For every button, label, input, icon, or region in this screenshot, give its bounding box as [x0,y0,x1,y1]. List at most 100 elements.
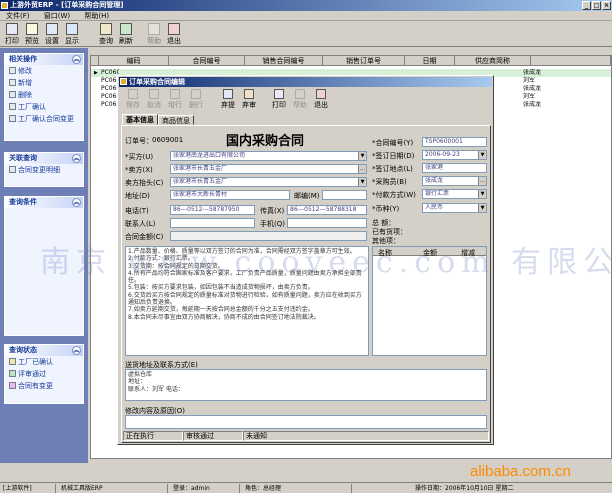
delivery-textarea[interactable]: 虚拟仓库 地址： 联系人：刘军 电话： [125,369,487,401]
contract-no-field[interactable]: TSP0600001 [422,137,487,147]
sidebar-item-new[interactable]: 新增 [5,77,83,89]
add-row-icon [170,89,180,99]
status-review-passed[interactable]: 评审通过 [5,368,83,380]
phone-field[interactable]: 86---0512---58787950 [170,205,255,215]
column-header[interactable]: 销售合同编号 [245,56,323,66]
display-button[interactable]: 显示 [62,23,82,46]
chevron-up-icon[interactable]: ︽ [72,154,81,163]
exit-button[interactable]: 退出 [311,89,331,110]
grid-cell-code[interactable]: PC060 [99,93,119,101]
contract-no-label: *合同编号(Y) [372,139,414,147]
help-icon [148,23,160,35]
menu-window[interactable]: 窗口(W) [38,11,76,21]
close-icon[interactable]: × [602,1,611,10]
status-login: 登录：admin [170,484,240,493]
status-swatch-icon [9,382,16,389]
buyer-staff-label: *采购员(B) [372,178,407,186]
panel-header[interactable]: 查询条件 ︽ [5,197,83,208]
column-header[interactable]: 合同编号 [169,56,245,66]
seller-head-field[interactable]: 张家港市长青五金厂 ▼ [170,177,367,187]
sign-date-field[interactable]: 2006-09-23 ▼ [422,150,487,160]
status-contract-changed[interactable]: 合同有变更 [5,380,83,392]
help-button[interactable]: 帮助 [290,89,310,110]
modify-reason-textarea[interactable] [125,415,487,429]
column-header[interactable] [531,56,611,66]
chevron-down-icon[interactable]: ▼ [478,190,486,198]
grid-cell-buyer[interactable]: 张成龙 [521,101,561,109]
grid-cell-buyer[interactable]: 张成龙 [521,69,561,77]
refresh-icon [120,23,132,35]
refresh-button[interactable]: 刷新 [116,23,136,46]
menu-file[interactable]: 文件(F) [0,11,36,21]
grid-cell-buyer[interactable]: 张成龙 [521,85,561,93]
main-status-bar: [上游软件] 机械工具版ERP 登录：admin 角色：总经理 操作日期：200… [0,482,612,493]
print-button[interactable]: 打印 [269,89,289,110]
lookup-icon[interactable]: … [358,165,366,173]
chevron-up-icon[interactable]: ︽ [72,55,81,64]
panel-header[interactable]: 相关操作 ︽ [5,54,83,65]
maximize-icon[interactable]: □ [592,1,601,10]
add-row-button[interactable]: 增行 [165,89,185,110]
settings-button[interactable]: 设置 [42,23,62,46]
calendar-icon[interactable]: ▼ [478,151,486,159]
sidebar-item-modify[interactable]: 修改 [5,65,83,77]
sidebar-item-factory-change[interactable]: 工厂确认合同变更 [5,113,83,125]
currency-label: *币种(Y) [372,205,400,213]
sign-place-field[interactable]: 张家港 [422,163,487,173]
chevron-down-icon[interactable]: ▼ [358,178,366,186]
panel-header[interactable]: 关联查询 ︽ [5,153,83,164]
print-button[interactable]: 打印 [2,23,22,46]
printer-icon [274,89,284,99]
withdraw-review-button[interactable]: 弃审 [239,89,259,110]
seller-head-label: 卖方抬头(C) [125,179,164,187]
column-header[interactable]: 供应商简称 [455,56,531,66]
sidebar-item-delete[interactable]: 删除 [5,89,83,101]
chevron-up-icon[interactable]: ︽ [72,346,81,355]
chevron-down-icon[interactable]: ▼ [478,204,486,212]
mobile-field[interactable] [287,218,367,228]
payment-field[interactable]: 银行汇票 ▼ [422,189,487,199]
postcode-field[interactable] [322,190,367,200]
grid-cell-buyer[interactable]: 刘军 [521,77,561,85]
grid-cell-code[interactable]: PC060 [99,85,119,93]
panel-header[interactable]: 查询状态 ︽ [5,345,83,356]
tab-basic-info[interactable]: 基本信息 [122,114,158,125]
column-header[interactable]: 日期 [405,56,455,66]
dialog-status-notify: 未通知 [243,431,489,441]
tab-goods-info[interactable]: 商品信息 [158,115,194,125]
withdraw-submit-button[interactable]: 弃提 [218,89,238,110]
exit-button[interactable]: 退出 [164,23,184,46]
status-factory-confirmed[interactable]: 工厂已确认 [5,356,83,368]
save-icon [128,89,138,99]
minimize-icon[interactable]: _ [582,1,591,10]
contact-field[interactable] [170,218,255,228]
menu-help[interactable]: 帮助(H) [78,11,115,21]
query-button[interactable]: 查询 [96,23,116,46]
buyer-staff-field[interactable]: 张成龙… [422,176,487,186]
grid-cell-code[interactable]: PC060 [99,101,119,109]
column-header[interactable]: 销售订单号 [323,56,405,66]
buyer-field[interactable]: 张家港南龙进出口有限公司 ▼ [170,151,367,161]
sidebar-item-contract-change[interactable]: 合同变更明细 [5,164,83,176]
confirm-change-icon [9,115,16,122]
mobile-label: 手机(Q) [260,220,285,228]
address-field[interactable]: 张家港市大新长青村 [170,190,290,200]
column-header[interactable]: 编码 [99,56,169,66]
save-button[interactable]: 保存 [123,89,143,110]
chevron-down-icon[interactable]: ▼ [358,152,366,160]
delete-row-button[interactable]: 删行 [186,89,206,110]
grid-cell-buyer[interactable]: 刘军 [521,93,561,101]
help-button[interactable]: 帮助 [144,23,164,46]
chevron-up-icon[interactable]: ︽ [72,198,81,207]
cancel-button[interactable]: 取消 [144,89,164,110]
currency-field[interactable]: 人民币 ▼ [422,203,487,213]
seller-field[interactable]: 张家港市长青五金厂… [170,164,367,174]
sidebar-item-factory-confirm[interactable]: 工厂确认 [5,101,83,113]
grid-cell-code[interactable]: PC060 [99,77,119,85]
preview-button[interactable]: 预览 [22,23,42,46]
app-title-bar: 上游外贸ERP - [订单采购合同管理] _ □ × [0,0,612,11]
grid-cell-code[interactable]: PC060 [99,69,119,77]
fax-field[interactable]: 86---0512---58788318 [287,205,367,215]
lookup-icon[interactable]: … [478,177,486,185]
preview-icon [26,23,38,35]
